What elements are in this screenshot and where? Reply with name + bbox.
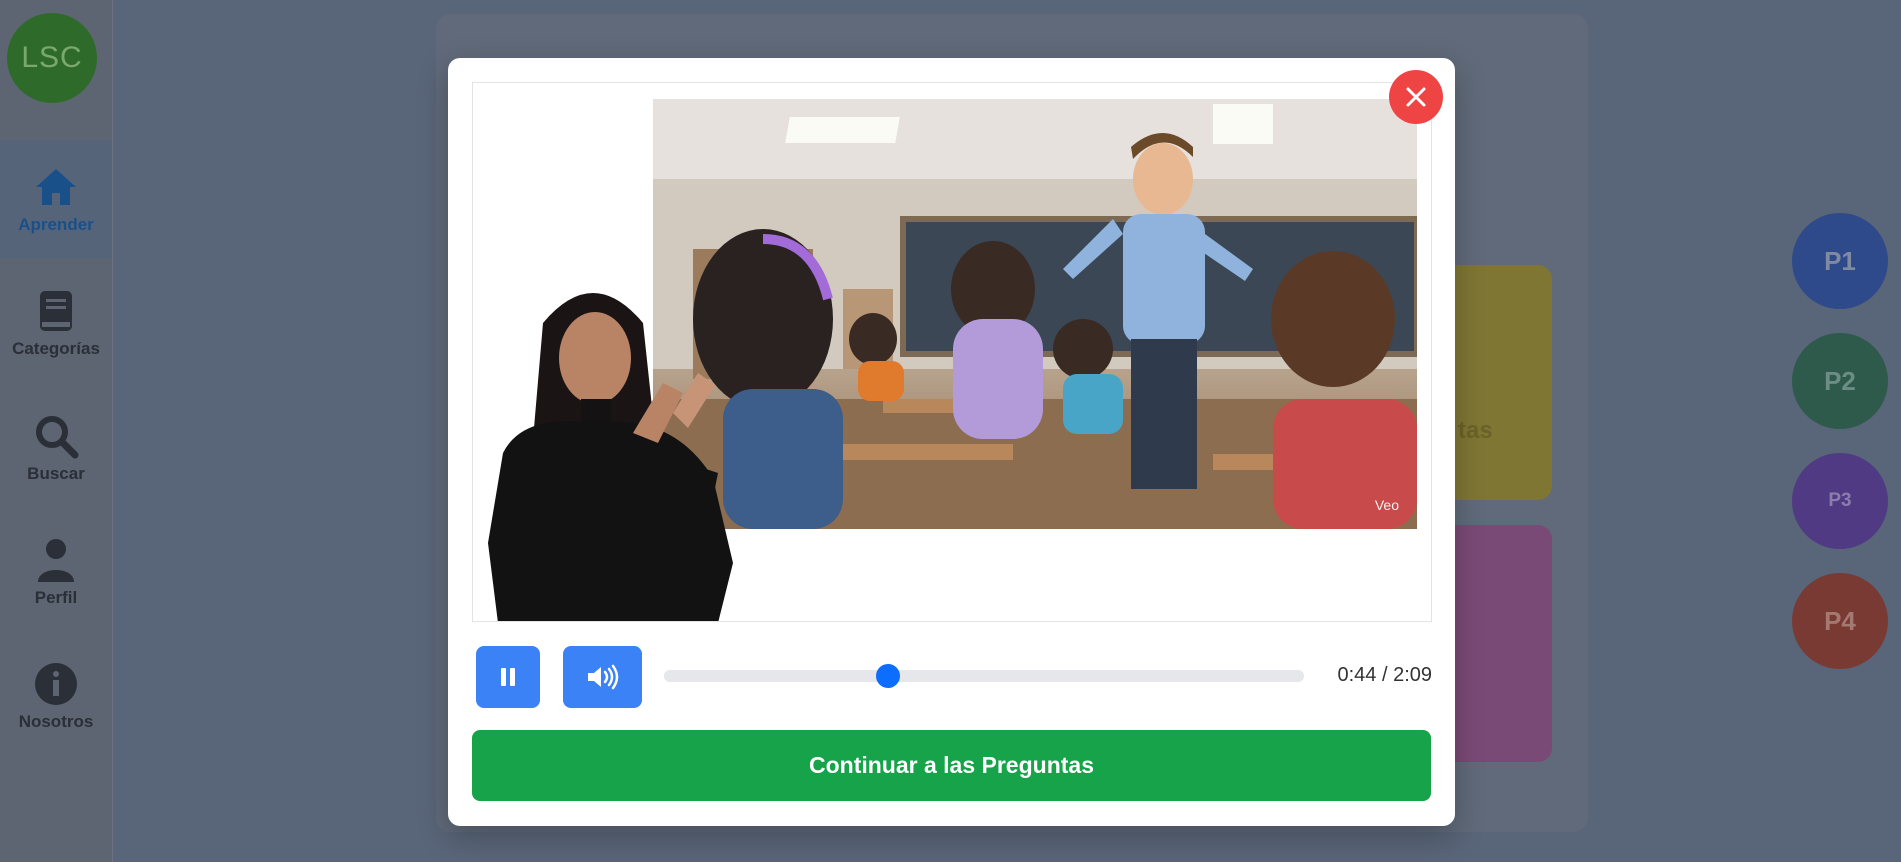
question-button-p2[interactable]: P2	[1792, 333, 1888, 429]
question-button-p3[interactable]: P3	[1792, 453, 1888, 549]
info-icon	[35, 663, 77, 705]
classroom-illustration	[653, 99, 1417, 529]
sidebar-item-label: Nosotros	[18, 712, 94, 731]
video-progress-fill	[664, 670, 888, 682]
sidebar-item-label: Buscar	[27, 464, 85, 483]
video-progress-bar[interactable]	[664, 664, 1304, 688]
question-button-p4[interactable]: P4	[1792, 573, 1888, 669]
video-watermark: Veo	[1374, 497, 1399, 513]
pause-button[interactable]	[476, 646, 540, 708]
question-button-p1[interactable]: P1	[1792, 213, 1888, 309]
sidebar-item-perfil[interactable]: Perfil	[0, 513, 112, 631]
user-icon	[38, 539, 74, 582]
home-icon	[36, 169, 76, 205]
volume-button[interactable]	[563, 646, 642, 708]
close-icon	[1406, 87, 1426, 107]
sidebar-item-label: Categorías	[12, 339, 100, 358]
sidebar-item-categorias[interactable]: Categorías	[0, 264, 112, 382]
close-button[interactable]	[1389, 70, 1443, 124]
video-time: 0:44 / 2:09	[1337, 664, 1432, 686]
pause-icon	[501, 668, 515, 686]
sidebar-item-buscar[interactable]: Buscar	[0, 389, 112, 507]
volume-icon	[587, 664, 618, 690]
sidebar: LSC Aprender Categorías Buscar Perfil No…	[0, 0, 113, 862]
video-player[interactable]: Veo	[472, 82, 1432, 622]
sidebar-item-label: Perfil	[34, 588, 78, 607]
search-icon	[36, 416, 79, 459]
video-scene: Veo	[653, 99, 1417, 529]
book-icon	[40, 291, 72, 331]
video-modal: Veo 0:44 / 2:09 Continuar a las Pregunta…	[448, 58, 1455, 826]
video-progress-thumb[interactable]	[876, 664, 900, 688]
sidebar-item-label: Aprender	[18, 215, 94, 234]
app-logo: LSC	[7, 13, 97, 103]
sign-language-interpreter	[488, 293, 733, 621]
continue-to-questions-button[interactable]: Continuar a las Preguntas	[472, 730, 1431, 801]
sidebar-item-nosotros[interactable]: Nosotros	[0, 637, 112, 755]
category-card-label: tas	[1458, 417, 1493, 444]
sidebar-item-aprender[interactable]: Aprender	[0, 140, 112, 258]
